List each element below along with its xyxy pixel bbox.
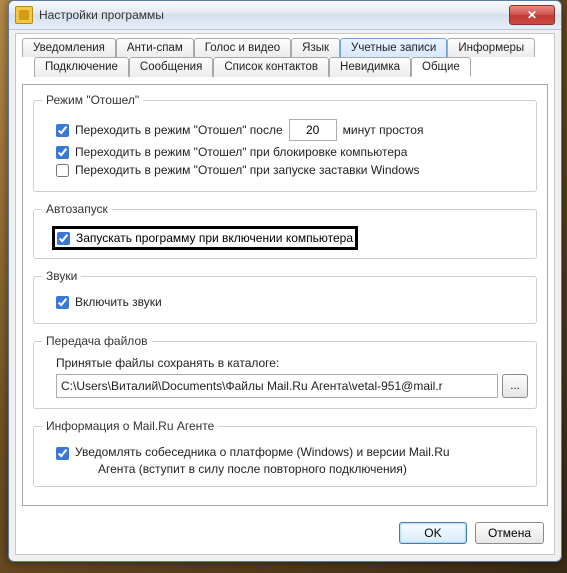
group-autorun: Автозапуск Запускать программу при включ… <box>33 202 537 259</box>
row-away-after: Переходить в режим "Отошел" после минут … <box>42 119 528 141</box>
tab-invisible[interactable]: Невидимка <box>329 57 411 77</box>
client-area: Уведомления Анти-спам Голос и видео Язык… <box>15 33 555 555</box>
checkbox-info[interactable] <box>56 447 69 460</box>
window-title: Настройки программы <box>39 8 509 22</box>
row-info: Уведомлять собеседника о платформе (Wind… <box>42 445 528 460</box>
input-files-path[interactable] <box>56 374 498 398</box>
tab-language[interactable]: Язык <box>291 38 340 57</box>
group-files: Передача файлов Принятые файлы сохранять… <box>33 334 537 409</box>
tab-messages[interactable]: Сообщения <box>129 57 213 77</box>
label-files-caption: Принятые файлы сохранять в каталоге: <box>42 356 528 370</box>
ok-button[interactable]: OK <box>399 522 467 544</box>
group-autorun-legend: Автозапуск <box>42 202 112 216</box>
label-away-after-suffix: минут простоя <box>343 123 424 137</box>
label-autorun: Запускать программу при включении компью… <box>76 231 353 245</box>
row-away-lock: Переходить в режим "Отошел" при блокиров… <box>42 145 528 159</box>
tab-row-2: Подключение Сообщения Список контактов Н… <box>16 57 554 77</box>
tab-antispam[interactable]: Анти-спам <box>116 38 194 57</box>
label-away-lock: Переходить в режим "Отошел" при блокиров… <box>75 145 407 159</box>
autorun-highlight: Запускать программу при включении компью… <box>52 226 358 250</box>
input-away-minutes[interactable] <box>289 119 337 141</box>
row-away-screensaver: Переходить в режим "Отошел" при запуске … <box>42 163 528 177</box>
checkbox-away-after[interactable] <box>56 124 69 137</box>
titlebar[interactable]: Настройки программы ✕ <box>9 1 561 30</box>
browse-icon: ... <box>510 380 519 392</box>
label-info-line1: Уведомлять собеседника о платформе (Wind… <box>75 445 450 459</box>
label-info-line2: Агента (вступит в силу после повторного … <box>42 462 528 476</box>
group-info: Информация о Mail.Ru Агенте Уведомлять с… <box>33 419 537 487</box>
tab-informers[interactable]: Информеры <box>447 38 535 57</box>
row-sounds: Включить звуки <box>42 295 528 309</box>
group-files-legend: Передача файлов <box>42 334 152 348</box>
label-sounds: Включить звуки <box>75 295 162 309</box>
checkbox-autorun[interactable] <box>57 232 70 245</box>
group-away: Режим "Отошел" Переходить в режим "Отоше… <box>33 93 537 192</box>
row-files-path: ... <box>42 374 528 398</box>
cancel-button[interactable]: Отмена <box>475 522 544 544</box>
tab-connection[interactable]: Подключение <box>34 57 129 77</box>
tab-contacts[interactable]: Список контактов <box>213 57 329 77</box>
tab-row-1: Уведомления Анти-спам Голос и видео Язык… <box>16 34 554 57</box>
tab-accounts[interactable]: Учетные записи <box>340 38 447 57</box>
checkbox-sounds[interactable] <box>56 296 69 309</box>
group-sounds: Звуки Включить звуки <box>33 269 537 324</box>
group-away-legend: Режим "Отошел" <box>42 93 143 107</box>
checkbox-away-lock[interactable] <box>56 146 69 159</box>
tab-general[interactable]: Общие <box>411 57 471 77</box>
button-browse[interactable]: ... <box>502 374 528 398</box>
label-away-after-prefix: Переходить в режим "Отошел" после <box>75 123 283 137</box>
tab-voice-video[interactable]: Голос и видео <box>194 38 291 57</box>
close-icon: ✕ <box>527 8 537 22</box>
close-button[interactable]: ✕ <box>509 5 555 25</box>
settings-window: Настройки программы ✕ Уведомления Анти-с… <box>8 0 562 562</box>
label-away-screensaver: Переходить в режим "Отошел" при запуске … <box>75 163 420 177</box>
tab-notifications[interactable]: Уведомления <box>22 38 116 57</box>
app-icon <box>15 6 33 24</box>
button-bar: OK Отмена <box>399 522 544 544</box>
group-sounds-legend: Звуки <box>42 269 81 283</box>
group-info-legend: Информация о Mail.Ru Агенте <box>42 419 218 433</box>
tab-panel-general: Режим "Отошел" Переходить в режим "Отоше… <box>22 84 548 506</box>
checkbox-away-screensaver[interactable] <box>56 164 69 177</box>
